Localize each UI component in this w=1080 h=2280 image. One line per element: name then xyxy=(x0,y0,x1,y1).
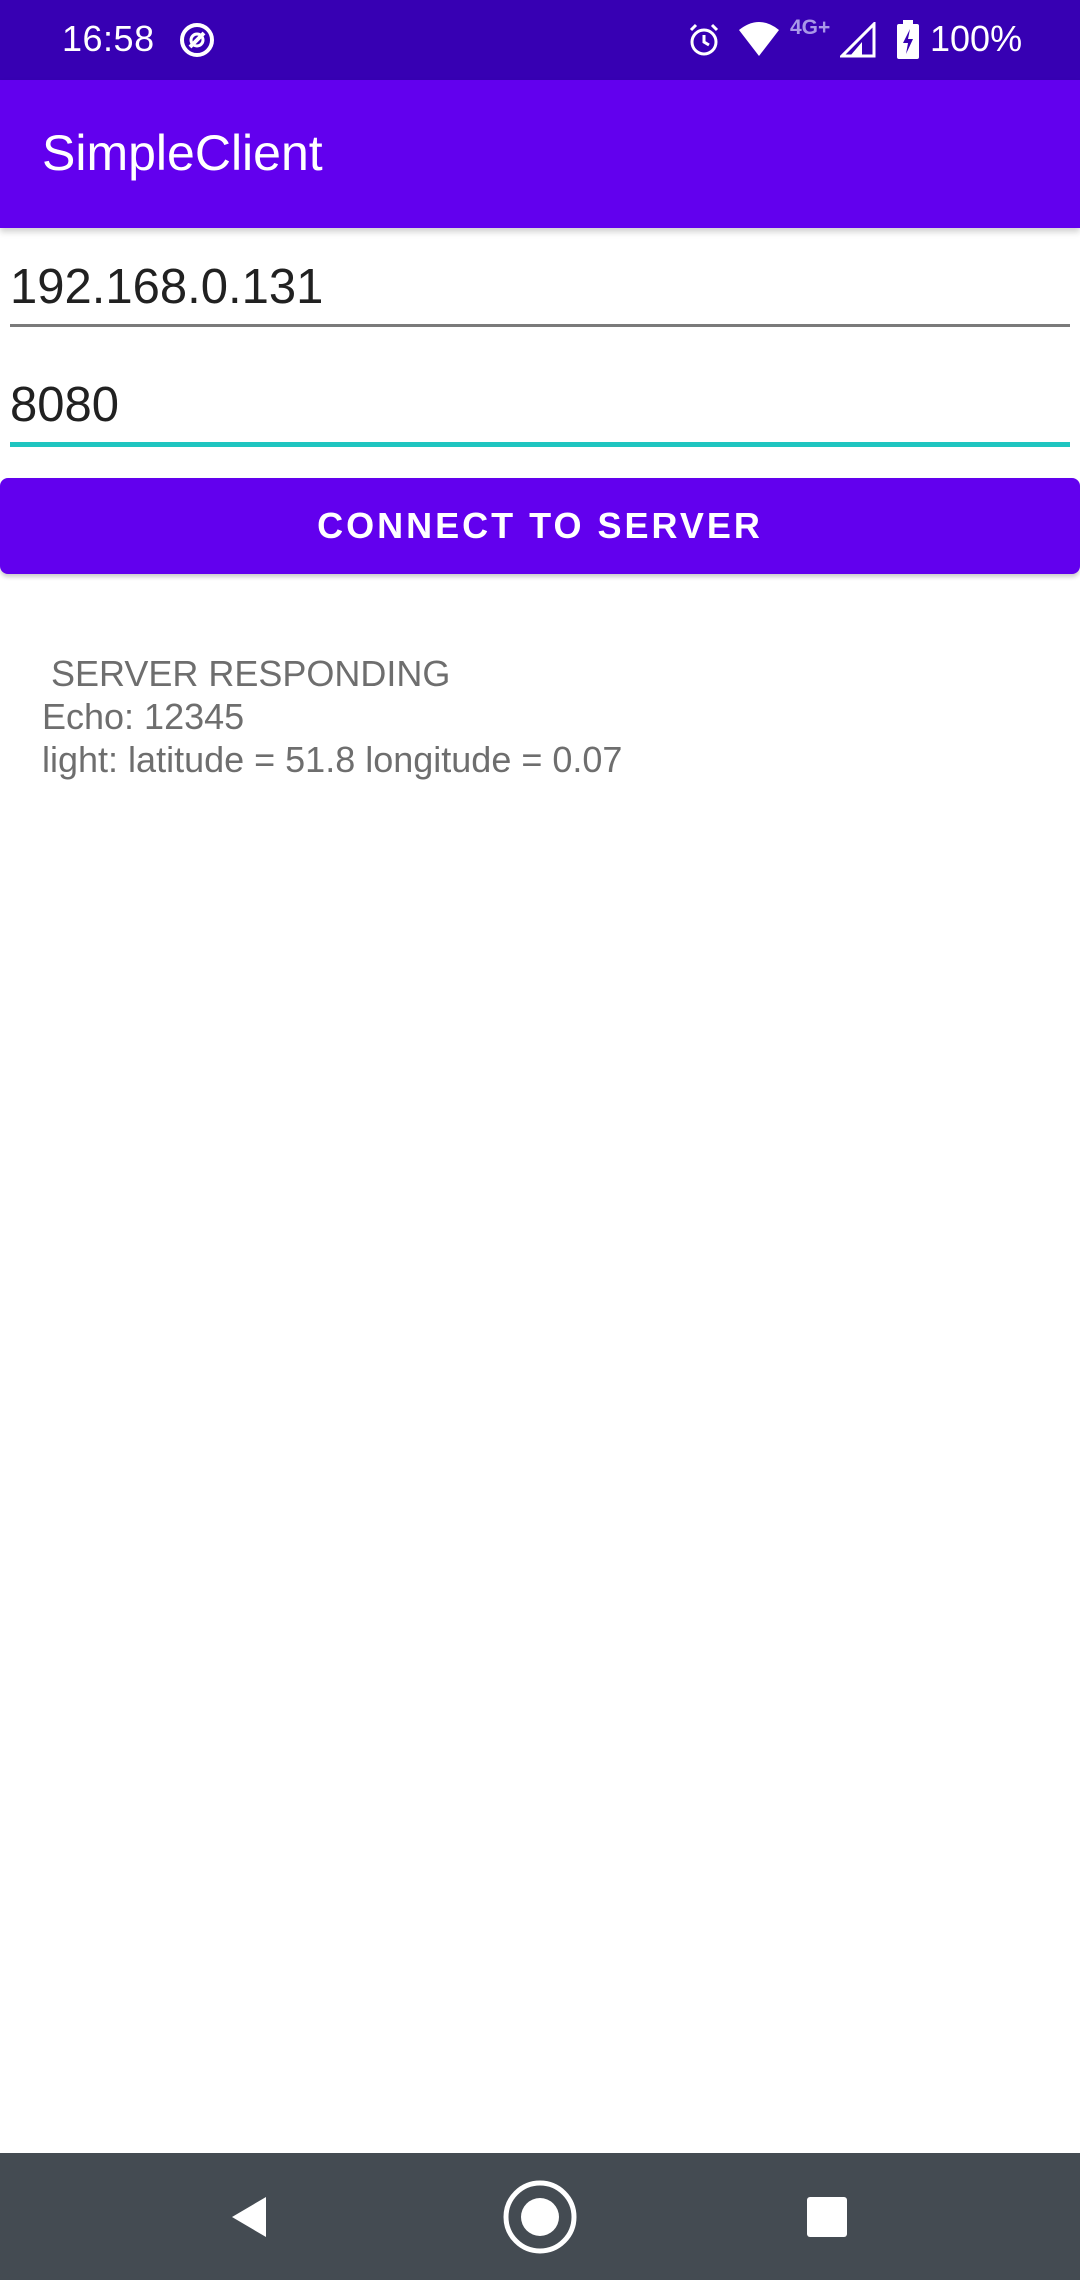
port-input[interactable] xyxy=(10,370,1070,440)
app-bar: SimpleClient xyxy=(0,80,1080,228)
response-location-line: light: latitude = 51.8 longitude = 0.07 xyxy=(42,739,623,780)
back-button[interactable] xyxy=(180,2153,320,2280)
at-sign-icon xyxy=(180,23,214,57)
navigation-bar xyxy=(0,2153,1080,2280)
wifi-icon xyxy=(739,22,779,56)
network-type-label: 4G+ xyxy=(790,16,831,39)
alarm-icon xyxy=(689,23,719,56)
response-echo-line: Echo: 12345 xyxy=(42,696,245,737)
connect-to-server-button[interactable]: CONNECT TO SERVER xyxy=(0,478,1080,574)
home-button[interactable] xyxy=(470,2153,610,2280)
port-underline-focused xyxy=(10,442,1070,447)
home-icon xyxy=(503,2180,577,2253)
status-time: 16:58 xyxy=(62,18,155,59)
server-response-text: SERVER RESPONDING Echo: 12345 light: lat… xyxy=(42,652,622,781)
app-title: SimpleClient xyxy=(42,125,323,181)
ip-address-field-wrapper xyxy=(10,252,1070,327)
back-icon xyxy=(232,2196,266,2237)
recents-button[interactable] xyxy=(757,2153,897,2280)
port-field-wrapper xyxy=(10,370,1070,447)
battery-charging-icon xyxy=(897,20,919,59)
ip-address-underline xyxy=(10,324,1070,327)
battery-percentage: 100% xyxy=(930,18,1023,59)
recents-icon xyxy=(807,2196,847,2237)
status-bar: 16:58 4G+ 100% xyxy=(0,0,1080,80)
screen: 16:58 4G+ 100% SimpleClient 192.168.0.13… xyxy=(0,0,1080,2280)
response-status-line: SERVER RESPONDING xyxy=(51,653,451,694)
signal-icon xyxy=(840,22,876,58)
ip-address-input[interactable] xyxy=(10,252,1070,322)
